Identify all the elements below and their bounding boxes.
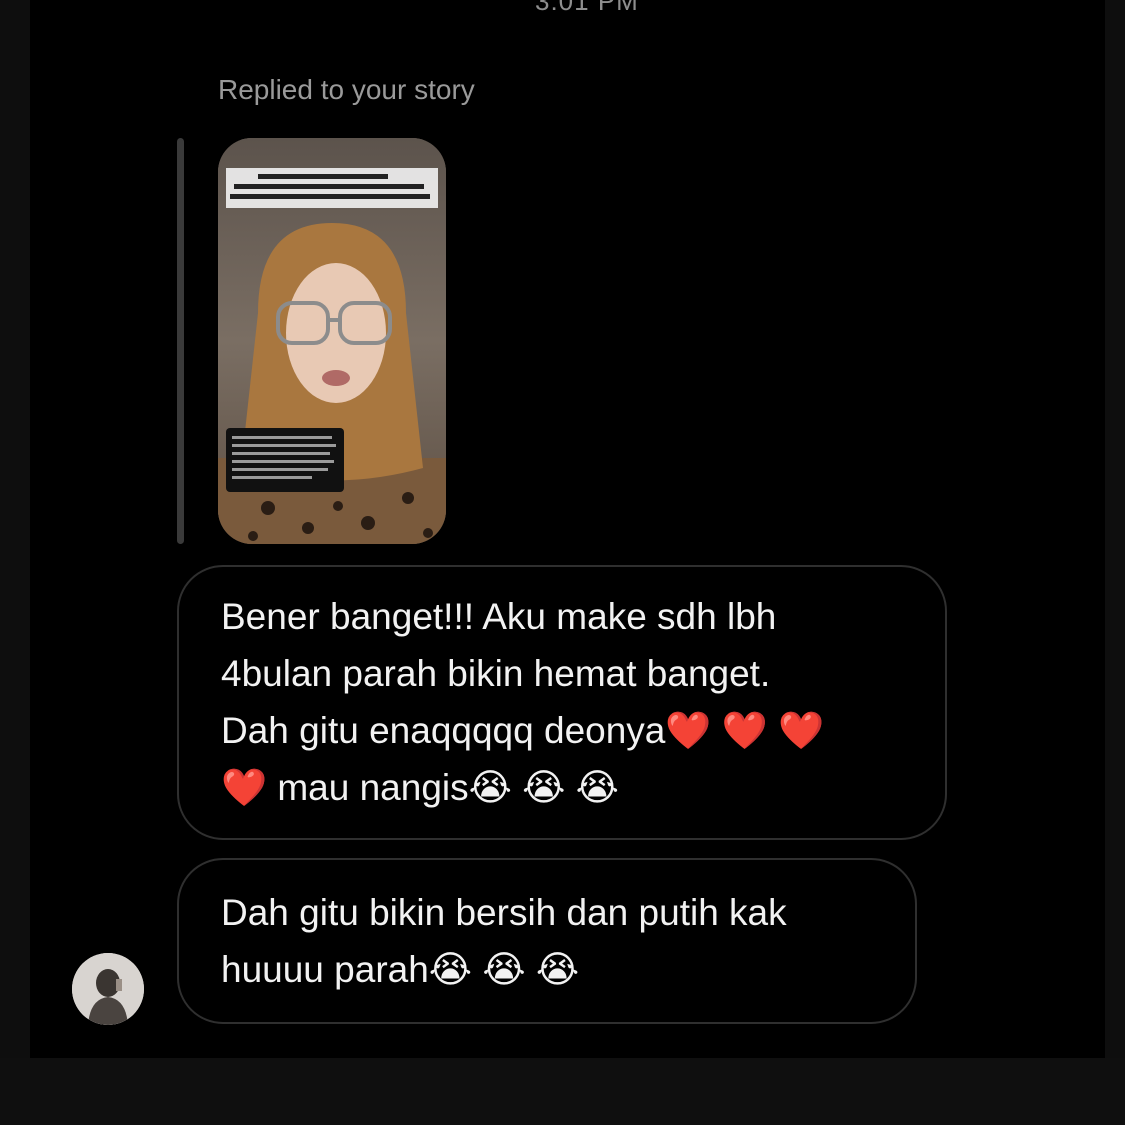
message-bubble[interactable]: Bener banget!!! Aku make sdh lbh 4bulan …	[177, 565, 947, 840]
message-line: Bener banget!!! Aku make sdh lbh	[221, 596, 777, 637]
reply-quote-bar	[177, 138, 184, 544]
message-line: Dah gitu enaqqqqq deonya❤️ ❤️ ❤️	[221, 710, 825, 751]
timestamp: 3:01 PM	[535, 0, 639, 16]
message-line: 4bulan parah bikin hemat banget.	[221, 653, 771, 694]
message-bubble[interactable]: Dah gitu bikin bersih dan putih kak huuu…	[177, 858, 917, 1024]
avatar-image	[72, 953, 144, 1025]
bottom-area	[0, 1058, 1125, 1125]
story-thumbnail-image	[218, 138, 446, 544]
reply-label: Replied to your story	[218, 74, 475, 105]
story-thumbnail[interactable]	[218, 138, 446, 544]
message-line: ❤️ mau nangis😭 😭 😭	[221, 767, 619, 808]
message-line: Dah gitu bikin bersih dan putih kak	[221, 892, 787, 933]
message-line: huuuu parah😭 😭 😭	[221, 949, 580, 990]
user-avatar[interactable]	[72, 953, 144, 1025]
